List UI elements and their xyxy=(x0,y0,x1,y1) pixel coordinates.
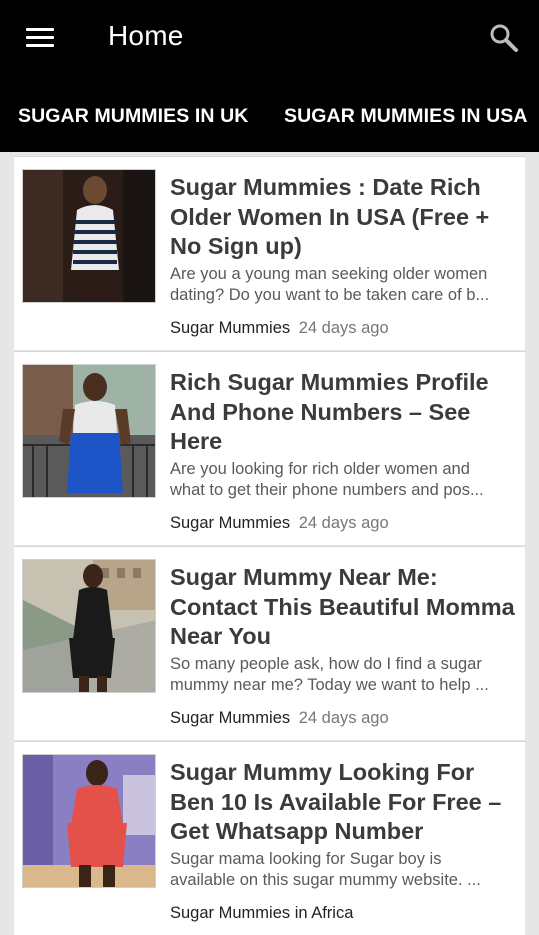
post-meta: Sugar Mummies in Africa xyxy=(170,904,357,923)
post-title[interactable]: Sugar Mummy Looking For Ben 10 Is Availa… xyxy=(170,758,516,847)
post-excerpt-line: Sugar mama looking for Sugar boy is xyxy=(170,850,442,868)
post-meta: Sugar Mummies 24 days ago xyxy=(170,709,389,728)
post-excerpt: Are you a young man seeking older women … xyxy=(170,264,520,306)
tab-sugar-mummies-usa[interactable]: SUGAR MUMMIES IN USA xyxy=(284,105,528,128)
post-category[interactable]: Sugar Mummies in Africa xyxy=(170,904,353,922)
post-excerpt: So many people ask, how do I find a suga… xyxy=(170,654,520,696)
tab-sugar-mummies-uk[interactable]: SUGAR MUMMIES IN UK xyxy=(18,105,248,128)
post-category[interactable]: Sugar Mummies xyxy=(170,319,290,337)
post-excerpt-line: Are you looking for rich older women and xyxy=(170,460,470,478)
post-time: 24 days ago xyxy=(298,319,389,337)
post-card[interactable]: Sugar Mummies : Date Rich Older Women In… xyxy=(14,156,525,350)
post-category[interactable]: Sugar Mummies xyxy=(170,709,290,727)
post-thumbnail[interactable] xyxy=(22,169,156,303)
post-list: Sugar Mummies : Date Rich Older Women In… xyxy=(14,152,525,935)
post-excerpt-line: Are you a young man seeking older women xyxy=(170,265,488,283)
page-title: Home xyxy=(108,20,184,51)
post-excerpt-line: mummy near me? Today we want to help ... xyxy=(170,676,489,694)
post-category[interactable]: Sugar Mummies xyxy=(170,514,290,532)
hamburger-menu-icon[interactable] xyxy=(26,26,56,50)
post-thumbnail[interactable] xyxy=(22,364,156,498)
post-card[interactable]: Sugar Mummy Near Me: Contact This Beauti… xyxy=(14,546,525,740)
post-meta: Sugar Mummies 24 days ago xyxy=(170,514,389,533)
post-meta: Sugar Mummies 24 days ago xyxy=(170,319,389,338)
post-thumbnail[interactable] xyxy=(22,754,156,888)
post-excerpt-line: dating? Do you want to be taken care of … xyxy=(170,286,490,304)
post-excerpt: Are you looking for rich older women and… xyxy=(170,459,520,501)
post-thumbnail[interactable] xyxy=(22,559,156,693)
post-time: 24 days ago xyxy=(298,709,389,727)
post-excerpt-line: So many people ask, how do I find a suga… xyxy=(170,655,482,673)
app-bar: Home xyxy=(0,0,539,78)
category-tabs: SUGAR MUMMIES IN UK SUGAR MUMMIES IN USA xyxy=(0,78,539,152)
post-time: 24 days ago xyxy=(298,514,389,532)
post-title[interactable]: Rich Sugar Mummies Profile And Phone Num… xyxy=(170,368,516,457)
post-excerpt-line: available on this sugar mummy website. .… xyxy=(170,871,481,889)
post-excerpt-line: what to get their phone numbers and pos.… xyxy=(170,481,484,499)
post-card[interactable]: Sugar Mummy Looking For Ben 10 Is Availa… xyxy=(14,741,525,935)
post-excerpt: Sugar mama looking for Sugar boy is avai… xyxy=(170,849,520,891)
post-card[interactable]: Rich Sugar Mummies Profile And Phone Num… xyxy=(14,351,525,545)
post-title[interactable]: Sugar Mummy Near Me: Contact This Beauti… xyxy=(170,563,516,652)
search-icon[interactable] xyxy=(488,22,520,54)
post-title[interactable]: Sugar Mummies : Date Rich Older Women In… xyxy=(170,173,516,262)
